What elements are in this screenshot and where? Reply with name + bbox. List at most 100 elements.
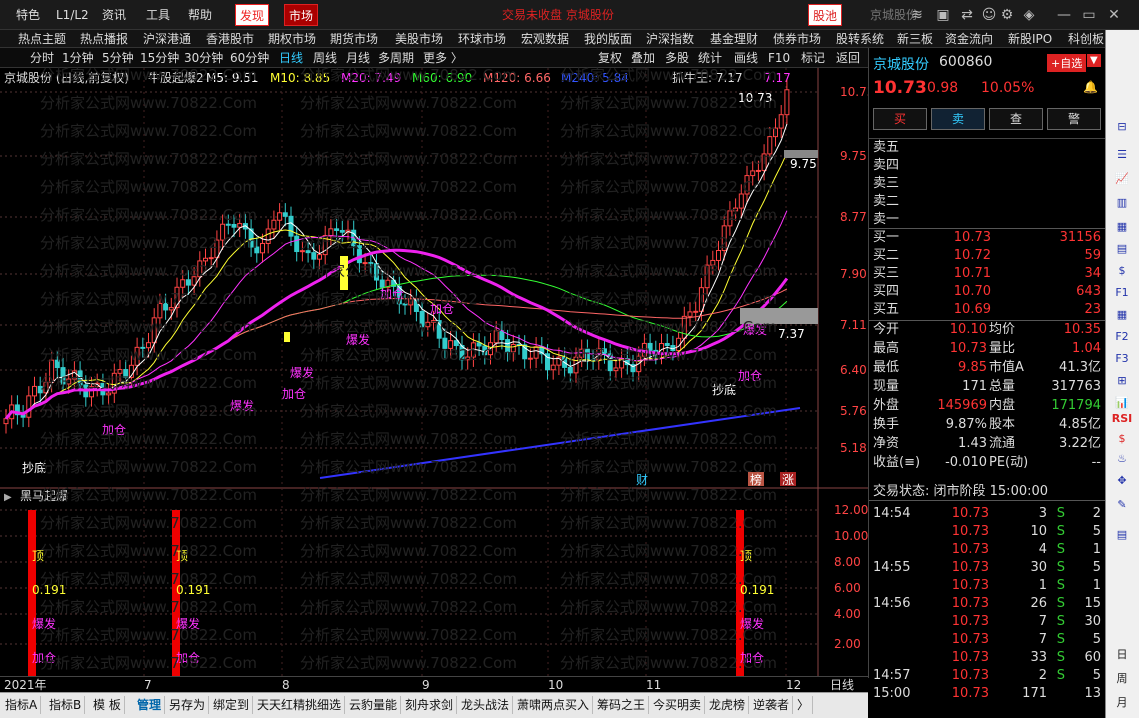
side-month[interactable]: 月 [1111,694,1133,712]
indicator-tab-9[interactable]: 龙头战法 [458,696,514,714]
indicator-tab-8[interactable]: 刻舟求剑 [402,696,458,714]
indicator-tab-15[interactable]: 〉 [794,696,814,714]
period-tab-10[interactable]: 更多 〉 [423,48,463,68]
tool-button-5[interactable]: F10 [768,48,790,68]
candle-icon[interactable]: ▥ [1111,194,1133,212]
nav-item-2[interactable]: 沪深港通 [143,30,191,48]
indicator-tab-6[interactable]: 天天红精挑细选 [254,696,346,714]
indicator-tab-0[interactable]: 指标A [2,696,42,714]
nav-item-17[interactable]: 科创板 [1068,30,1104,48]
period-tab-1[interactable]: 1分钟 [62,48,94,68]
nav-item-14[interactable]: 新三板 [897,30,933,48]
nav-item-9[interactable]: 我的版面 [584,30,632,48]
indicator-tab-4[interactable]: 另存为 [166,696,210,714]
move-icon[interactable]: ✥ [1111,472,1133,490]
minus-icon[interactable]: ⊟ [1111,118,1133,136]
doc-icon[interactable]: ▤ [1111,526,1133,544]
nav-item-10[interactable]: 沪深指数 [646,30,694,48]
side-week[interactable]: 周 [1111,670,1133,688]
indicator-tab-1[interactable]: 指标B [46,696,86,714]
nav-item-5[interactable]: 期货市场 [330,30,378,48]
tool-button-1[interactable]: 叠加 [631,48,655,68]
f3-icon[interactable]: F3 [1111,350,1133,368]
menu-help[interactable]: 帮助 [188,0,212,30]
trade-button-1[interactable]: 卖 [931,108,985,130]
dropdown-icon[interactable]: ▼ [1087,54,1101,67]
tool-button-3[interactable]: 统计 [698,48,722,68]
tool-button-0[interactable]: 复权 [598,48,622,68]
stock-pool-button[interactable]: 股池 [808,4,843,26]
indicator-tab-10[interactable]: 萧啸两点买入 [514,696,594,714]
layers-icon[interactable]: ≋ [908,6,926,24]
fin-icon[interactable]: $ [1111,262,1133,280]
trade-button-0[interactable]: 买 [873,108,927,130]
nav-item-16[interactable]: 新股IPO [1008,30,1052,48]
menu-news[interactable]: 资讯 [102,0,126,30]
period-tab-2[interactable]: 5分钟 [102,48,134,68]
close-icon[interactable]: ✕ [1105,6,1123,24]
maximize-icon[interactable]: ▭ [1080,6,1098,24]
indicator-tab-3[interactable]: 管理 [134,696,166,714]
indicator-tab-2[interactable]: 模 板 [90,696,125,714]
nav-item-12[interactable]: 债券市场 [773,30,821,48]
indicator-tab-11[interactable]: 筹码之王 [594,696,650,714]
table-icon[interactable]: ▦ [1111,306,1133,324]
period-tab-3[interactable]: 15分钟 [140,48,179,68]
period-tab-9[interactable]: 多周期 [378,48,414,68]
menu-l1l2[interactable]: L1/L2 [56,0,89,30]
indicator-tab-7[interactable]: 云豹量能 [346,696,402,714]
nav-item-15[interactable]: 资金流向 [945,30,993,48]
period-tab-0[interactable]: 分时 [30,48,54,68]
person-icon[interactable]: ☺ [980,6,998,24]
indicator-tab-12[interactable]: 今买明卖 [650,696,706,714]
indicator-tab-5[interactable]: 绑定到 [210,696,254,714]
add-watchlist-button[interactable]: +自选 [1047,54,1087,72]
tool-button-7[interactable]: 返回 [836,48,860,68]
grid-icon[interactable]: ▦ [1111,218,1133,236]
bar-icon[interactable]: ▤ [1111,240,1133,258]
dollar-icon[interactable]: $ [1111,430,1133,448]
bell-icon[interactable]: 🔔 [1083,80,1098,94]
side-day[interactable]: 日 [1111,646,1133,664]
nav-item-4[interactable]: 期权市场 [268,30,316,48]
nav-item-0[interactable]: 热点主题 [18,30,66,48]
stat-label: 外盘 [873,398,900,413]
period-tab-7[interactable]: 周线 [313,48,337,68]
tool-button-4[interactable]: 画线 [734,48,758,68]
skin-icon[interactable]: ◈ [1020,6,1038,24]
kline-chart[interactable]: 10.73 9.75 8.77 7.90 7.11 6.40 5.76 5.18 12.00 10… [0,68,868,678]
period-tab-6[interactable]: 日线 [279,48,303,68]
tool-button-6[interactable]: 标记 [801,48,825,68]
nav-item-13[interactable]: 股转系统 [836,30,884,48]
list-icon[interactable]: ☰ [1111,146,1133,164]
period-tab-4[interactable]: 30分钟 [184,48,223,68]
swap-icon[interactable]: ⇄ [958,6,976,24]
nav-item-7[interactable]: 环球市场 [458,30,506,48]
period-tab-5[interactable]: 60分钟 [230,48,269,68]
menu-te-se[interactable]: 特色 [16,0,40,30]
image-icon[interactable]: ▣ [934,6,952,24]
nav-item-1[interactable]: 热点播报 [80,30,128,48]
trade-button-3[interactable]: 警 [1047,108,1101,130]
nav-item-11[interactable]: 基金理财 [710,30,758,48]
nav-item-8[interactable]: 宏观数据 [521,30,569,48]
discover-button[interactable]: 发现 [235,4,270,26]
nav-item-6[interactable]: 美股市场 [395,30,443,48]
calc-icon[interactable]: ⊞ [1111,372,1133,390]
fire-icon[interactable]: ♨ [1111,450,1133,468]
gear-icon[interactable]: ⚙ [998,6,1016,24]
rsi-icon[interactable]: RSI [1111,410,1133,428]
tool-button-2[interactable]: 多股 [665,48,689,68]
f1-icon[interactable]: F1 [1111,284,1133,302]
f2-icon[interactable]: F2 [1111,328,1133,346]
line-chart-icon[interactable]: 📈 [1111,170,1133,188]
nav-item-3[interactable]: 香港股市 [206,30,254,48]
indicator-tab-13[interactable]: 龙虎榜 [706,696,750,714]
market-button[interactable]: 市场 [284,4,319,26]
pen-icon[interactable]: ✎ [1111,496,1133,514]
indicator-tab-14[interactable]: 逆袭者 [750,696,794,714]
trade-button-2[interactable]: 查 [989,108,1043,130]
menu-tools[interactable]: 工具 [146,0,170,30]
period-tab-8[interactable]: 月线 [346,48,370,68]
minimize-icon[interactable]: — [1055,6,1073,24]
